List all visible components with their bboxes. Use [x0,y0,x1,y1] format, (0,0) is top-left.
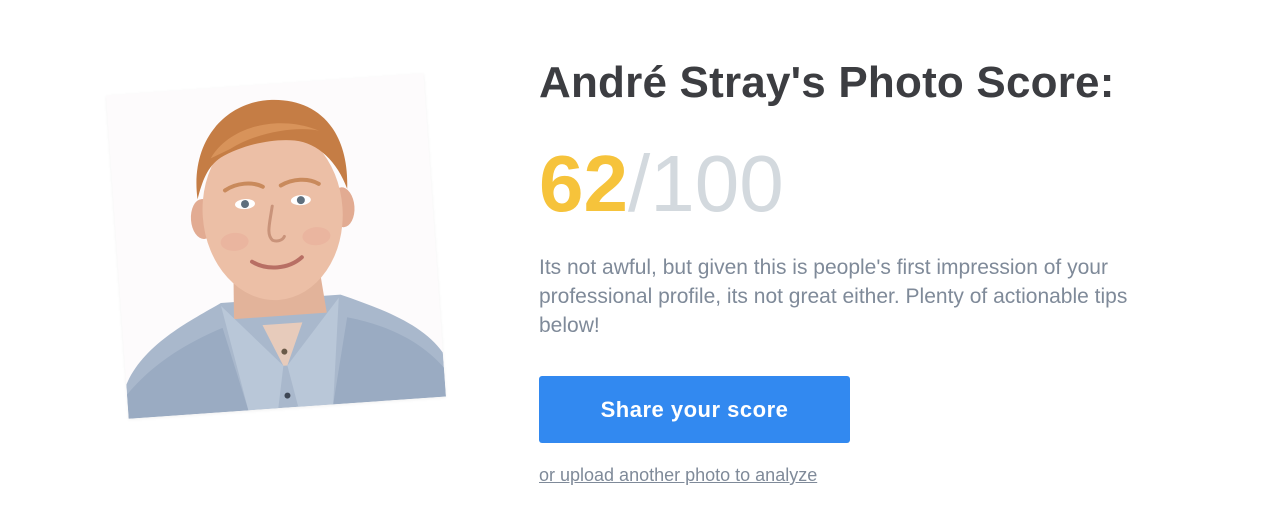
page-title: André Stray's Photo Score: [539,58,1115,107]
score-total: 100 [650,139,784,228]
share-score-button[interactable]: Share your score [539,376,850,443]
upload-another-photo-link[interactable]: or upload another photo to analyze [539,465,817,486]
score-panel: André Stray's Photo Score: 62/100 Its no… [539,55,1219,486]
score-value: 62 [539,139,628,228]
score-display: 62/100 [539,139,1219,229]
profile-photo [106,73,446,419]
score-separator: / [627,139,651,228]
photo-score-page: André Stray's Photo Score: 62/100 Its no… [0,0,1280,532]
score-summary: Its not awful, but given this is people'… [539,256,1128,337]
